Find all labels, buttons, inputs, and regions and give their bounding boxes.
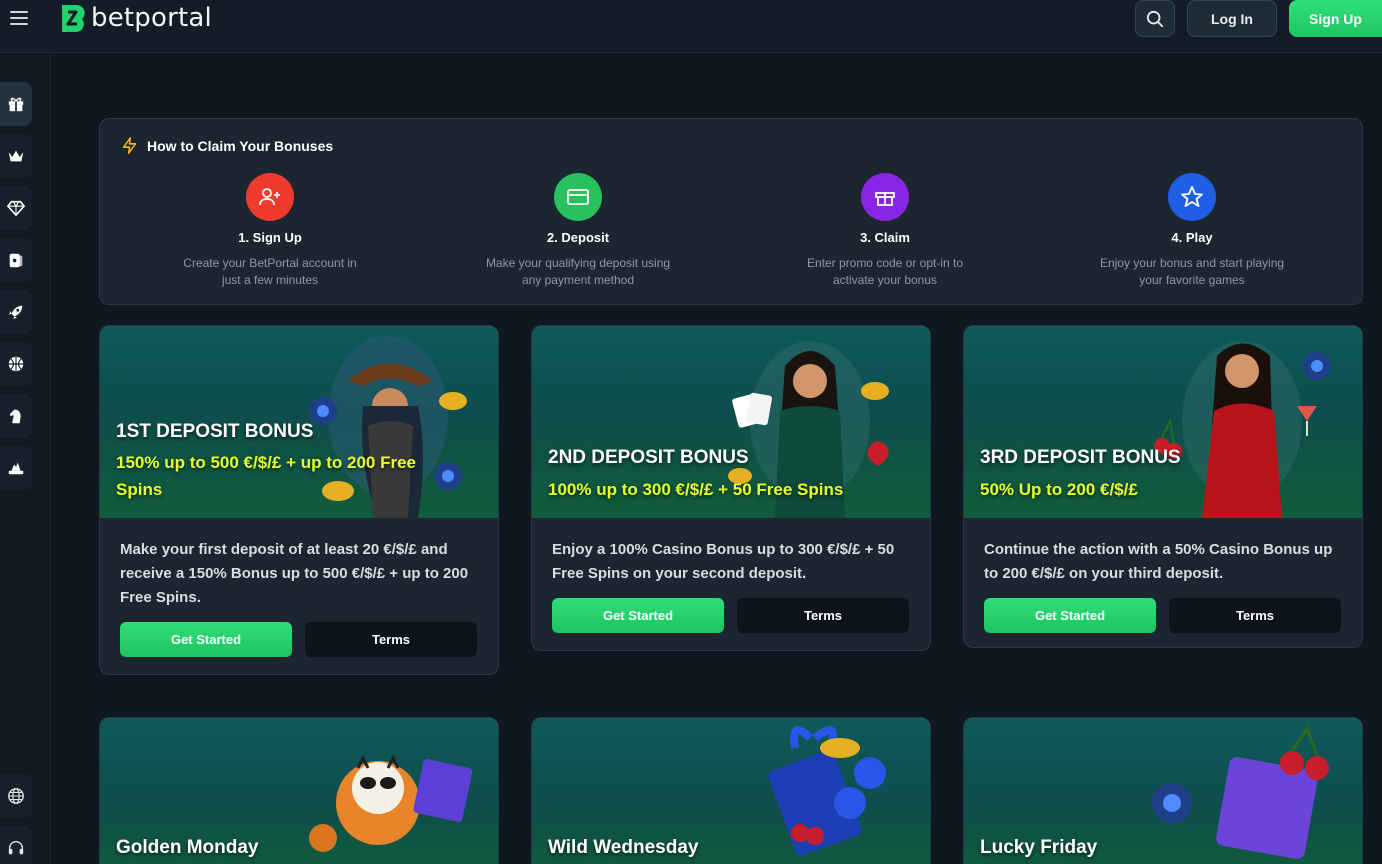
bonus-description: Make your first deposit of at least 20 €…	[120, 541, 469, 606]
bonus-actions: Get Started Terms	[120, 622, 478, 657]
search-button[interactable]	[1135, 0, 1175, 37]
step-play: 4. Play Enjoy your bonus and start playi…	[1072, 173, 1312, 289]
signup-button[interactable]: Sign Up	[1289, 0, 1382, 37]
promo-card-wild-wednesday[interactable]: Wild Wednesday	[531, 717, 931, 864]
sidebar-item-live-casino[interactable]	[0, 238, 32, 282]
get-started-button[interactable]: Get Started	[552, 598, 724, 633]
cards-icon	[9, 253, 23, 268]
bonus-card-third-deposit: 3RD DEPOSIT BONUS 50% Up to 200 €/$/£ Co…	[963, 325, 1363, 648]
promo-title: Lucky Friday	[980, 837, 1098, 858]
bonus-body: Continue the action with a 50% Casino Bo…	[964, 518, 1362, 647]
bonus-banner: 3RD DEPOSIT BONUS 50% Up to 200 €/$/£	[964, 326, 1362, 518]
bonus-title: 3RD DEPOSIT BONUS	[980, 447, 1181, 468]
step-title: 3. Claim	[860, 230, 910, 245]
bonus-title: 2ND DEPOSIT BONUS	[548, 447, 749, 468]
step-description: Make your qualifying deposit using any pa…	[485, 256, 671, 287]
step-2-circle	[554, 173, 602, 221]
promo-title: Wild Wednesday	[548, 837, 699, 858]
sidebar-item-poker[interactable]	[0, 446, 32, 490]
bonus-body: Make your first deposit of at least 20 €…	[100, 518, 498, 673]
step-sign-up: 1. Sign Up Create your BetPortal account…	[150, 173, 390, 289]
promo-card-golden-monday[interactable]: Golden Monday	[99, 717, 499, 864]
horse-head-icon	[9, 409, 21, 424]
sidebar-language[interactable]	[0, 774, 32, 818]
poker-icon	[8, 462, 24, 475]
calendar-cherries-illustration	[1152, 724, 1329, 859]
get-started-button[interactable]: Get Started	[120, 622, 292, 657]
sidebar-item-vip[interactable]	[0, 134, 32, 178]
bonus-description: Enjoy a 100% Casino Bonus up to 300 €/$/…	[552, 541, 895, 582]
step-deposit: 2. Deposit Make your qualifying deposit …	[458, 173, 698, 289]
bonus-banner: 2ND DEPOSIT BONUS 100% up to 300 €/$/£ +…	[532, 326, 930, 518]
sidebar-item-racing[interactable]	[0, 394, 32, 438]
search-icon	[1146, 10, 1164, 27]
bonus-offer: 50% Up to 200 €/$/£	[980, 480, 1138, 499]
login-button[interactable]: Log In	[1187, 0, 1277, 37]
star-icon	[1181, 186, 1203, 207]
user-plus-icon	[259, 188, 280, 206]
bonus-title: 1ST DEPOSIT BONUS	[116, 421, 314, 442]
lightning-icon	[122, 137, 137, 154]
crown-icon	[8, 150, 24, 162]
step-description: Enter promo code or opt-in to activate yo…	[806, 256, 964, 287]
how-to-claim-panel: How to Claim Your Bonuses 1. Sign Up Cre…	[99, 118, 1363, 305]
bonus-description: Continue the action with a 50% Casino Bo…	[984, 541, 1333, 582]
step-3-circle	[861, 173, 909, 221]
step-4-circle	[1168, 173, 1216, 221]
step-1-circle	[246, 173, 294, 221]
get-started-button[interactable]: Get Started	[984, 598, 1156, 633]
bonus-card-first-deposit: 1ST DEPOSIT BONUS 150% up to 500 €/$/£ +…	[99, 325, 499, 675]
step-title: 2. Deposit	[546, 230, 610, 245]
rocket-icon	[8, 305, 23, 320]
sidebar-item-casino[interactable]	[0, 186, 32, 230]
top-header: betportal Log In Sign Up	[0, 0, 1382, 53]
left-sidebar	[0, 54, 51, 864]
promo-title: Golden Monday	[116, 837, 259, 858]
gift-icon	[875, 192, 895, 206]
step-title: 4. Play	[1171, 230, 1213, 245]
credit-card-icon	[567, 189, 589, 205]
gift-icon	[8, 97, 24, 112]
promo-card-lucky-friday[interactable]: Lucky Friday	[963, 717, 1363, 864]
bonus-offer: 150% up to 500 €/$/£ + up to 200 Free Spi…	[116, 453, 416, 499]
how-to-claim-heading: How to Claim Your Bonuses	[121, 137, 333, 154]
tiger-calendar-illustration	[309, 754, 473, 852]
diamond-icon	[7, 200, 25, 217]
step-claim: 3. Claim Enter promo code or opt-in to ac…	[765, 173, 1005, 289]
globe-icon	[8, 788, 24, 804]
sidebar-support[interactable]	[0, 826, 32, 864]
menu-toggle-icon[interactable]	[10, 10, 28, 26]
terms-button[interactable]: Terms	[305, 622, 477, 657]
logo-mark-icon	[62, 5, 85, 32]
terms-button[interactable]: Terms	[1169, 598, 1341, 633]
brand-logo[interactable]: betportal	[59, 0, 212, 36]
step-title: 1. Sign Up	[238, 230, 302, 245]
step-description: Enjoy your bonus and start playing your f…	[1099, 256, 1285, 287]
sidebar-item-sports[interactable]	[0, 342, 32, 386]
headset-icon	[8, 840, 24, 855]
bonus-actions: Get Started Terms	[984, 598, 1342, 633]
terms-button[interactable]: Terms	[737, 598, 909, 633]
bonus-body: Enjoy a 100% Casino Bonus up to 300 €/$/…	[532, 518, 930, 649]
bonus-banner: 1ST DEPOSIT BONUS 150% up to 500 €/$/£ +…	[100, 326, 498, 518]
bonus-offer: 100% up to 300 €/$/£ + 50 Free Spins	[548, 480, 844, 499]
gift-box-illustration	[768, 726, 886, 856]
sidebar-item-crash-games[interactable]	[0, 290, 32, 334]
bonus-card-second-deposit: 2ND DEPOSIT BONUS 100% up to 300 €/$/£ +…	[531, 325, 931, 651]
sports-ball-icon	[8, 356, 24, 372]
how-to-claim-title: How to Claim Your Bonuses	[147, 137, 334, 154]
bonus-actions: Get Started Terms	[552, 598, 910, 633]
brand-name: betportal	[91, 3, 212, 33]
sidebar-item-promotions[interactable]	[0, 82, 32, 126]
step-description: Create your BetPortal account in just a f…	[183, 256, 357, 287]
